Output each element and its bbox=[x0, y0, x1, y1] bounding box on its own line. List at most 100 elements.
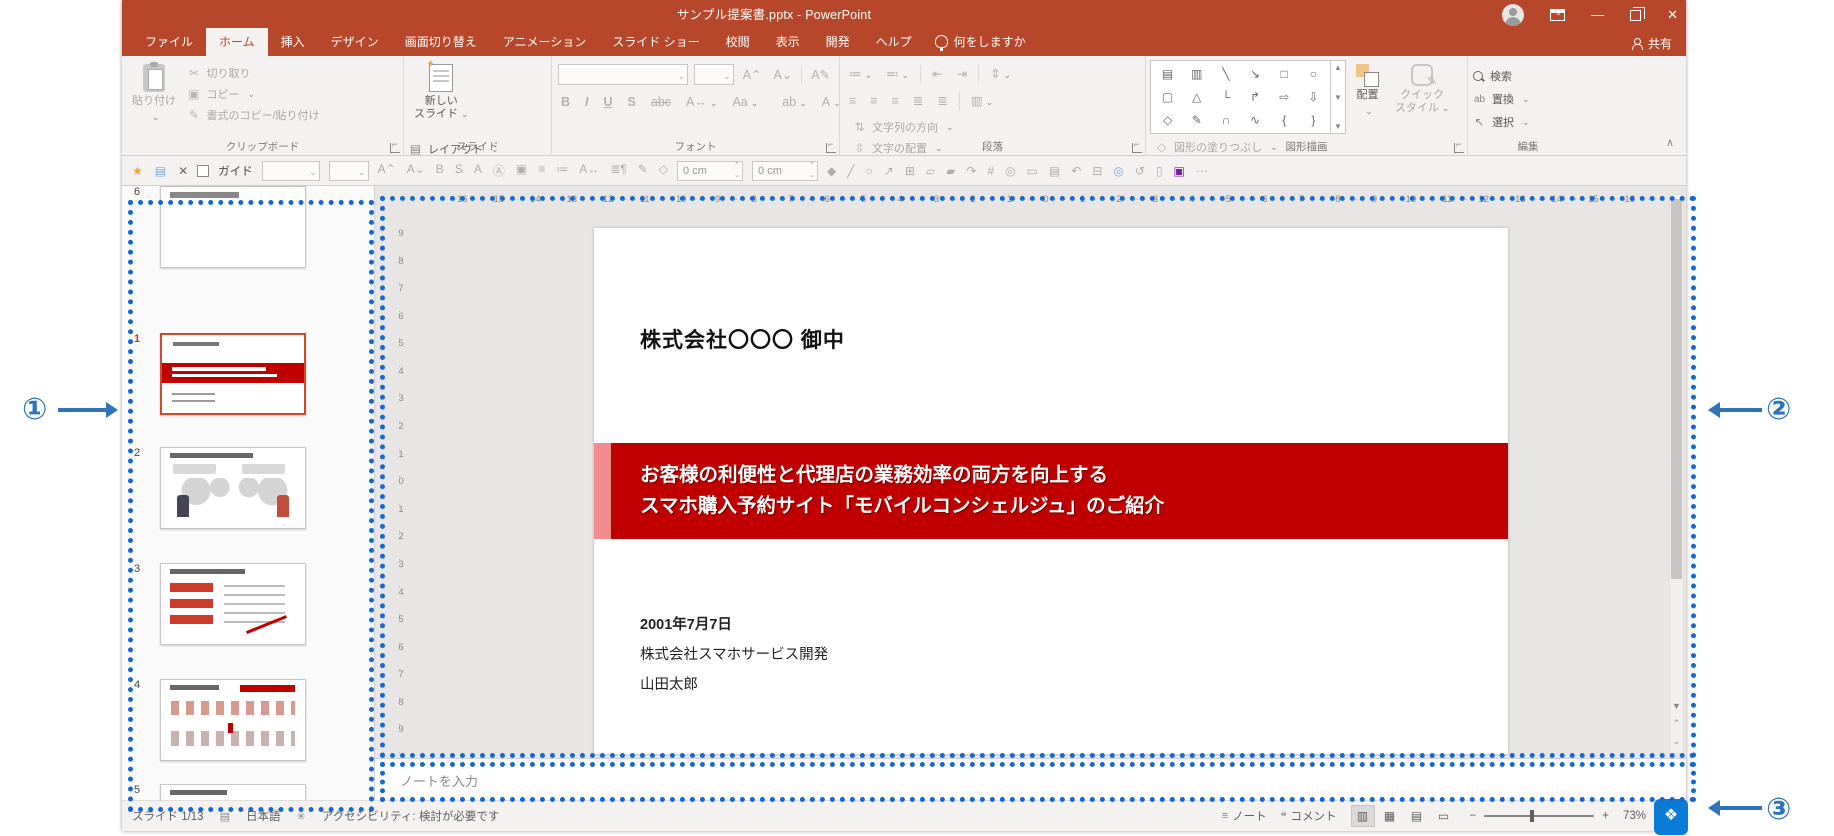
decrease-indent-icon[interactable]: ⇤ bbox=[929, 64, 945, 83]
rotate-icon[interactable]: ↷ bbox=[966, 164, 976, 178]
bold-icon[interactable]: B bbox=[558, 93, 573, 111]
quick-styles-button[interactable]: クイックスタイル bbox=[1389, 60, 1456, 130]
print-preview-icon[interactable]: ◎ bbox=[1113, 164, 1123, 178]
slide-title-banner[interactable]: お客様の利便性と代理店の業務効率の両方を向上する スマホ購入予約サイト「モバイル… bbox=[594, 443, 1508, 539]
zoom-handle[interactable] bbox=[1530, 810, 1535, 822]
tab-transitions[interactable]: 画面切り替え bbox=[392, 28, 490, 56]
scroll-down-icon[interactable]: ▼ bbox=[1670, 701, 1683, 711]
paragraph-mark-icon[interactable]: ≣¶ bbox=[610, 162, 627, 179]
paste-options-icon[interactable]: ▣ bbox=[516, 162, 527, 179]
clipboard-dialog-launcher[interactable] bbox=[390, 139, 400, 153]
shape-glyph[interactable]: ↘ bbox=[1250, 67, 1260, 81]
slide-thumbnail-image[interactable] bbox=[160, 784, 306, 800]
display-settings-icon[interactable]: ▤ bbox=[220, 810, 230, 823]
shape-glyph[interactable]: ╲ bbox=[1222, 67, 1229, 81]
align-left-icon[interactable]: ≡ bbox=[538, 162, 545, 179]
shape-glyph[interactable]: ∿ bbox=[1250, 113, 1260, 127]
paragraph-dialog-launcher[interactable] bbox=[1132, 139, 1142, 153]
shape-glyph[interactable]: ▥ bbox=[1191, 67, 1202, 81]
shape-glyph[interactable]: ∩ bbox=[1222, 113, 1231, 127]
notes-page-icon[interactable]: ▤ bbox=[155, 164, 166, 178]
send-backward-icon[interactable]: ▰ bbox=[946, 164, 955, 178]
notes-placeholder[interactable]: ノートを入力 bbox=[400, 771, 478, 790]
shape-glyph[interactable]: □ bbox=[1281, 67, 1288, 81]
shape-glyph[interactable]: △ bbox=[1192, 90, 1201, 104]
strikethrough-icon[interactable]: abc bbox=[648, 93, 674, 111]
shape-gallery[interactable]: ▤ ▥ ╲ ↘ □ ○ ▢ △ └ ↱ ⇨ ⇩ ◇ ✎ ∩ ∿ {} ▲ ▼ ▼ bbox=[1150, 60, 1346, 134]
align-center-icon[interactable]: ≡ bbox=[867, 92, 880, 110]
clear-formatting-icon[interactable]: A✎ bbox=[808, 65, 833, 84]
font-color-icon[interactable]: A bbox=[474, 162, 482, 179]
arrange-button[interactable]: 配置 bbox=[1350, 60, 1384, 130]
shape-glyph[interactable]: ⇨ bbox=[1279, 90, 1289, 104]
slide-thumbnail[interactable]: 5 bbox=[122, 784, 374, 800]
zoom-in-icon[interactable]: + bbox=[1602, 810, 1609, 822]
close-button[interactable]: ✕ bbox=[1667, 0, 1678, 30]
undo-icon[interactable]: ↶ bbox=[1071, 164, 1081, 178]
crop-icon[interactable]: ▭ bbox=[1027, 164, 1038, 178]
find-button[interactable]: 検索 bbox=[1472, 68, 1530, 84]
tab-animations[interactable]: アニメーション bbox=[490, 28, 600, 56]
slide-thumbnail[interactable]: 2 bbox=[122, 447, 374, 535]
indent-spinner[interactable]: 0 cm bbox=[677, 160, 744, 181]
slide-vertical-scrollbar[interactable]: ▼ ⌃ ⌄ bbox=[1669, 194, 1684, 754]
tab-review[interactable]: 校閲 bbox=[713, 28, 763, 56]
bring-forward-icon[interactable]: ▱ bbox=[926, 164, 935, 178]
reading-view-icon[interactable]: ▤ bbox=[1405, 805, 1429, 827]
cut-button[interactable]: ✂ 切り取り bbox=[186, 65, 319, 81]
align-left-icon[interactable]: ≡ bbox=[846, 92, 859, 110]
accessibility-status[interactable]: アクセシビリティ: 検討が必要です bbox=[322, 808, 500, 824]
slide-thumbnail[interactable]: 3 bbox=[122, 563, 374, 651]
tab-developer[interactable]: 開発 bbox=[813, 28, 863, 56]
new-slide-button[interactable]: 新しいスライド bbox=[408, 58, 475, 136]
paste-button[interactable]: 貼り付け bbox=[126, 60, 182, 136]
slide-thumbnail-panel[interactable]: 1 2 3 4 5 6 bbox=[122, 186, 375, 800]
next-slide-icon[interactable]: ⌄ bbox=[1670, 736, 1683, 747]
slide-thumbnail[interactable]: 6 bbox=[122, 186, 374, 274]
shape-glyph[interactable]: ↱ bbox=[1250, 90, 1260, 104]
minimize-button[interactable]: — bbox=[1591, 0, 1604, 30]
language-indicator[interactable]: 日本語 bbox=[246, 808, 281, 824]
tab-insert[interactable]: 挿入 bbox=[268, 28, 318, 56]
slide-thumbnail[interactable]: 1 bbox=[122, 333, 374, 421]
share-button[interactable]: 共有 bbox=[1631, 35, 1672, 52]
tab-file[interactable]: ファイル bbox=[132, 28, 206, 56]
slideshow-icon[interactable]: ▭ bbox=[1432, 805, 1456, 827]
slide-date-block[interactable]: 2001年7月7日 株式会社スマホサービス開発 山田太郎 bbox=[640, 610, 828, 700]
slide-thumbnail[interactable]: 4 bbox=[122, 679, 374, 767]
shape-glyph[interactable]: { bbox=[1282, 113, 1286, 127]
distribute-icon[interactable]: ≣ bbox=[934, 91, 950, 110]
zoom-out-icon[interactable]: − bbox=[1470, 810, 1477, 822]
dropbox-badge-icon[interactable]: ❖ bbox=[1654, 799, 1688, 835]
shape-glyph[interactable]: ○ bbox=[1310, 67, 1317, 81]
zoom-level[interactable]: 73% bbox=[1623, 810, 1646, 822]
grow-font-icon[interactable]: A⌃ bbox=[378, 162, 396, 179]
shape-glyph[interactable]: ✎ bbox=[1192, 113, 1202, 127]
arrow-style-icon[interactable]: ↗ bbox=[884, 164, 894, 178]
slide-thumbnail-image[interactable] bbox=[160, 333, 306, 415]
format-painter-icon[interactable]: ✎ bbox=[638, 162, 648, 179]
collapse-ribbon-icon[interactable]: ∧ bbox=[1666, 136, 1674, 149]
character-spacing-icon[interactable]: A↔ bbox=[579, 162, 599, 179]
more-commands-icon[interactable]: ⋯ bbox=[1196, 164, 1208, 178]
shape-glyph[interactable]: } bbox=[1311, 113, 1315, 127]
slide-counter[interactable]: スライド 1/13 bbox=[132, 808, 204, 824]
previous-slide-icon[interactable]: ⌃ bbox=[1670, 718, 1683, 729]
spacing-spinner[interactable]: 0 cm bbox=[752, 160, 819, 181]
redo-icon[interactable]: ↺ bbox=[1135, 164, 1145, 178]
character-spacing-icon[interactable]: A↔ bbox=[683, 93, 720, 111]
comments-toggle[interactable]: ❝ コメント bbox=[1281, 808, 1337, 824]
columns-icon[interactable]: ▥ bbox=[968, 91, 996, 110]
shrink-font-icon[interactable]: A⌄ bbox=[407, 162, 425, 179]
scrollbar-thumb[interactable] bbox=[1671, 199, 1682, 579]
slide-thumbnail-image[interactable] bbox=[160, 447, 306, 529]
ribbon-display-options-icon[interactable] bbox=[1550, 9, 1566, 21]
notes-pane[interactable]: ノートを入力 bbox=[375, 758, 1686, 800]
line-spacing-icon[interactable]: ⇕ bbox=[987, 64, 1014, 83]
select-button[interactable]: ↖ 選択 bbox=[1472, 114, 1530, 130]
slide-thumbnail-image[interactable] bbox=[160, 186, 306, 268]
shape-outline-icon[interactable]: ╱ bbox=[847, 164, 854, 178]
save-icon[interactable]: ▣ bbox=[1174, 164, 1185, 178]
align-objects-icon[interactable]: ⊞ bbox=[905, 164, 915, 178]
tab-home[interactable]: ホーム bbox=[206, 28, 268, 56]
